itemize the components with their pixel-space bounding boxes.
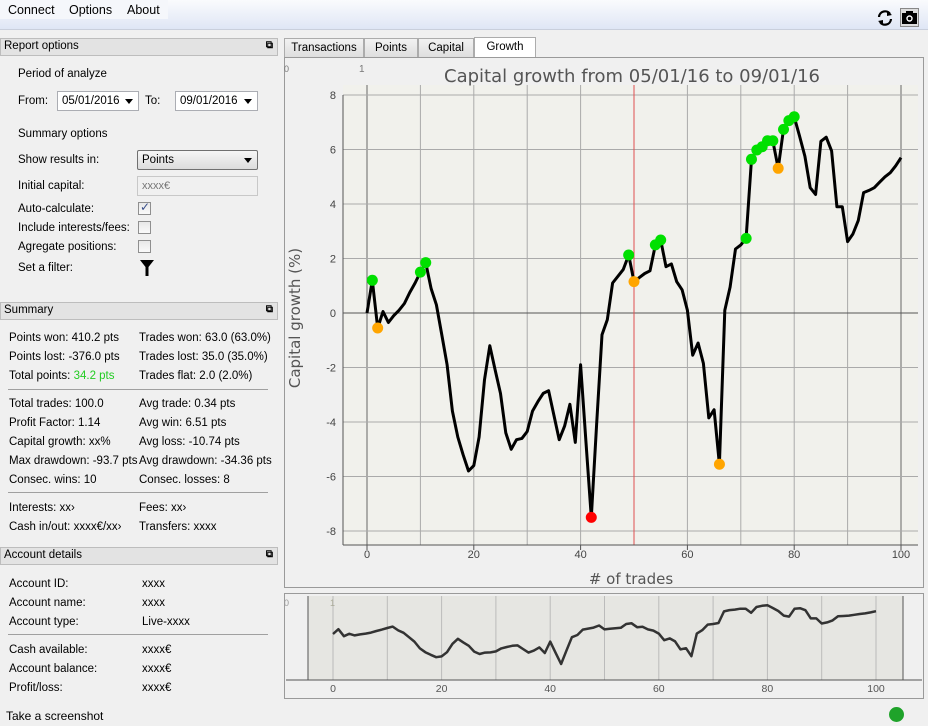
new-high-marker [420,257,432,269]
x-tick-label: 60 [681,549,693,561]
new-high-marker [414,266,426,278]
growth-chart: -8-6-4-2024680 20 40 60 80 100Capital growth … [284,64,922,695]
x-axis-label: # of trades [589,570,674,588]
drawdown-low-marker [628,276,640,288]
new-high-marker [623,249,635,261]
max-drawdown-marker [585,511,597,523]
navigator-tick-label: 100 [867,683,885,695]
navigator-area [308,596,903,680]
y-tick-label: -6 [326,472,336,484]
navigator-tick-label: 60 [653,683,665,695]
y-tick-label: -4 [326,417,336,429]
navigator-tick-label: 40 [544,683,556,695]
new-high-marker [745,153,757,165]
corner-label: 1 [330,598,335,608]
drawdown-low-marker [713,458,725,470]
drawdown-low-marker [772,162,784,174]
new-high-marker [655,234,667,246]
navigator-tick-label: 20 [436,683,448,695]
x-tick-label: 20 [468,549,480,561]
x-tick-label: 0 [364,549,370,561]
x-tick-label: 80 [788,549,800,561]
y-tick-label: -8 [326,526,336,538]
new-high-marker [788,111,800,123]
new-high-marker [740,232,752,244]
corner-label: 0 [284,64,289,74]
y-tick-label: 4 [330,199,336,211]
corner-label: 1 [359,64,365,75]
y-tick-label: 2 [330,254,336,266]
new-high-marker [366,274,378,286]
navigator-tick-label: 0 [330,683,336,695]
corner-label: 0 [284,598,289,608]
x-tick-label: 100 [892,549,910,561]
y-tick-label: 6 [330,145,336,157]
x-tick-label: 40 [574,549,586,561]
chart-title: Capital growth from 05/01/16 to 09/01/16 [444,66,820,87]
y-tick-label: 0 [330,308,336,320]
navigator-tick-label: 80 [762,683,774,695]
y-tick-label: -2 [326,363,336,375]
y-axis-label: Capital growth (%) [286,248,304,388]
y-tick-label: 8 [330,90,336,102]
new-high-marker [767,135,779,147]
drawdown-low-marker [372,322,384,334]
